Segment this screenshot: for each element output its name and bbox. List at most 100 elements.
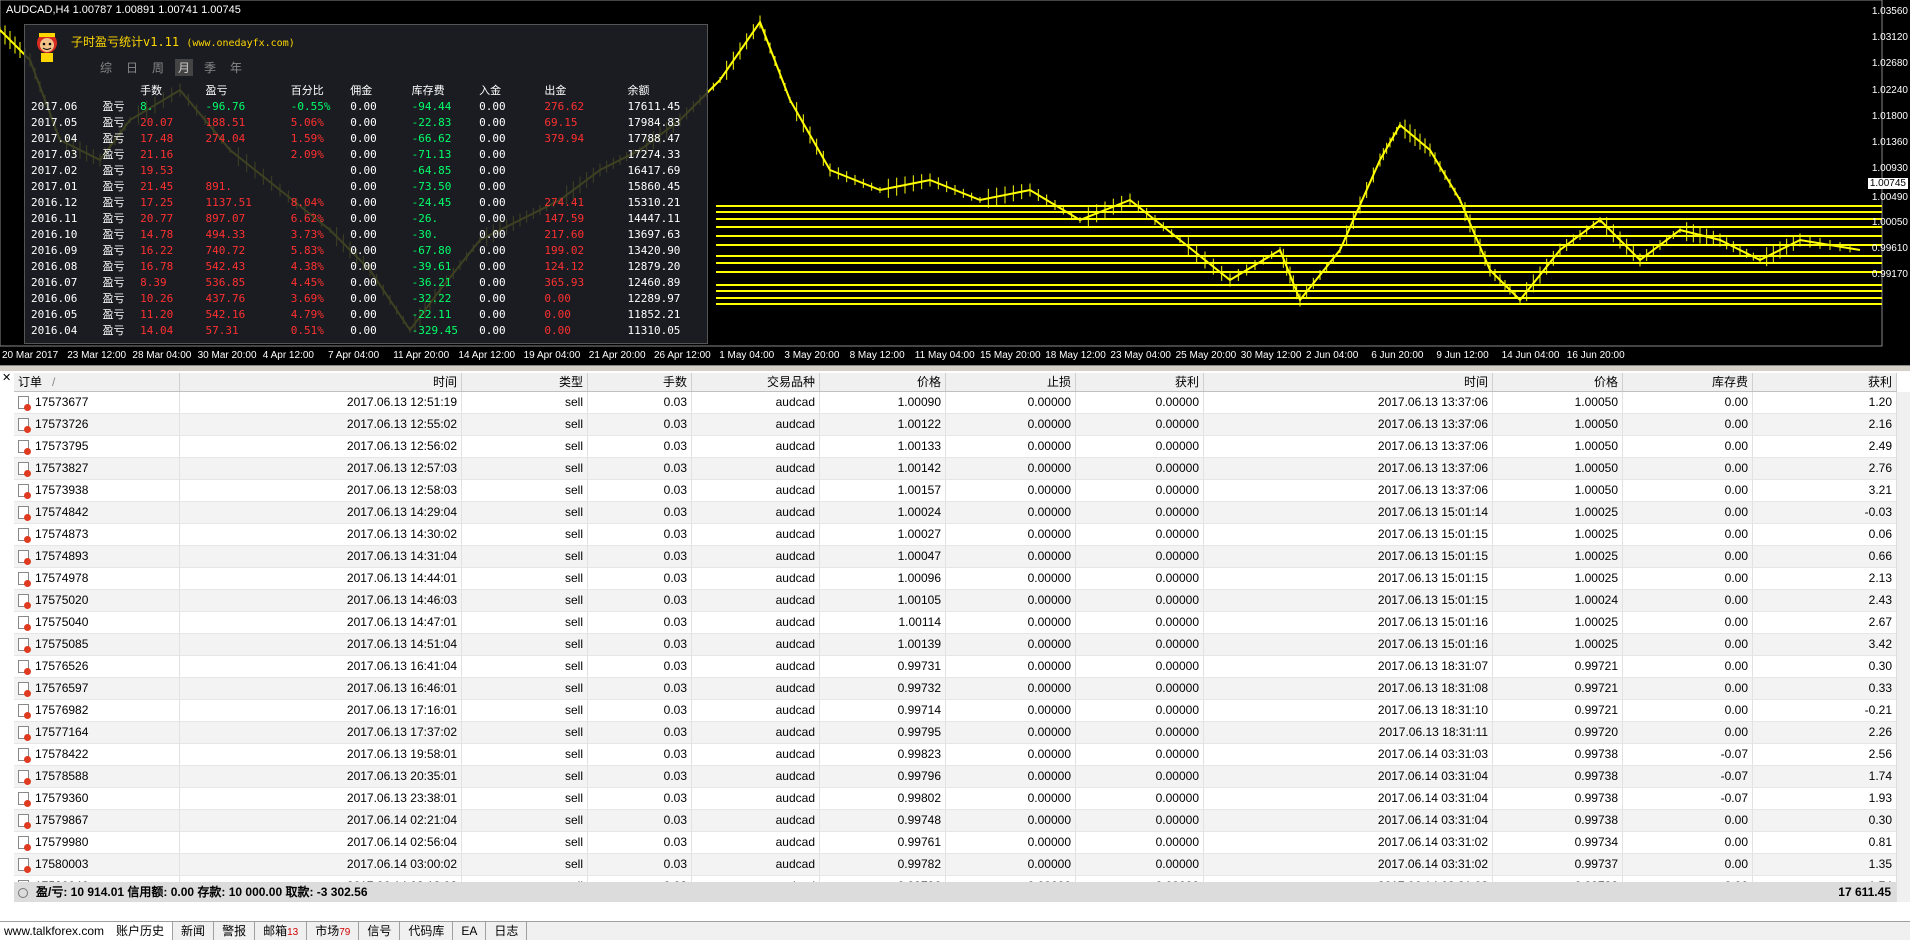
stats-withdrawal: 379.94: [544, 131, 585, 145]
stats-percent: 3.73%: [290, 227, 324, 241]
col-open-time-header[interactable]: 时间: [180, 373, 462, 391]
table-row[interactable]: 17574842 2017.06.13 14:29:04 sell 0.03 audca…: [14, 502, 1897, 524]
col-profit-cell: 3.42: [1753, 634, 1897, 655]
tab-5[interactable]: 信号: [359, 922, 401, 940]
table-row[interactable]: 17580003 2017.06.14 03:00:02 sell 0.03 audca…: [14, 854, 1897, 876]
col-symbol-cell: audcad: [692, 832, 820, 853]
col-swap-cell: 0.00: [1623, 480, 1753, 501]
stats-row: 2016.05 盈亏 11.20 542.16 4.79% 0.00 -22.11 0.00 0…: [31, 306, 707, 322]
col-close-time-header[interactable]: 时间: [1204, 373, 1493, 391]
price-label: 1.02680: [1871, 58, 1908, 69]
col-stop-loss-cell: 0.00000: [946, 766, 1076, 787]
stats-commission: 0.00: [350, 259, 377, 273]
table-row[interactable]: 17574873 2017.06.13 14:30:02 sell 0.03 audca…: [14, 524, 1897, 546]
tab-7[interactable]: EA: [453, 922, 487, 940]
terminal-close-icon[interactable]: ✕: [2, 371, 11, 384]
tab-label: 新闻: [181, 924, 206, 938]
table-row[interactable]: 17574893 2017.06.13 14:31:04 sell 0.03 audca…: [14, 546, 1897, 568]
col-order-header[interactable]: 订单 /: [14, 373, 180, 391]
stats-row: 2017.04 盈亏 17.48 274.04 1.59% 0.00 -66.62 0.00 3…: [31, 130, 707, 146]
col-take-profit-cell: 0.00000: [1076, 722, 1204, 743]
col-symbol-header[interactable]: 交易品种: [692, 373, 820, 391]
tab-2[interactable]: 警报: [214, 922, 256, 940]
table-row[interactable]: 17573938 2017.06.13 12:58:03 sell 0.03 audca…: [14, 480, 1897, 502]
order-number: 17580003: [35, 857, 89, 871]
tab-6[interactable]: 代码库: [400, 922, 454, 940]
stats-label: 盈亏: [102, 308, 125, 321]
tab-3[interactable]: 邮箱13: [255, 922, 308, 940]
table-row[interactable]: 17573795 2017.06.13 12:56:02 sell 0.03 audca…: [14, 436, 1897, 458]
date-label: 23 Mar 12:00: [67, 350, 127, 361]
watermark-text: www.talkforex.com: [0, 922, 109, 940]
table-row[interactable]: 17578422 2017.06.13 19:58:01 sell 0.03 audca…: [14, 744, 1897, 766]
table-row[interactable]: 17573827 2017.06.13 12:57:03 sell 0.03 audca…: [14, 458, 1897, 480]
order-number: 17576982: [35, 703, 89, 717]
stats-row: 2016.09 盈亏 16.22 740.72 5.83% 0.00 -67.80 0.00 1…: [31, 242, 707, 258]
sell-order-icon: [18, 506, 31, 521]
table-row[interactable]: 17573677 2017.06.13 12:51:19 sell 0.03 audca…: [14, 392, 1897, 414]
col-close-price-header[interactable]: 价格: [1493, 373, 1623, 391]
col-take-profit-cell: 0.00000: [1076, 854, 1204, 875]
period-tab[interactable]: 年: [227, 59, 245, 76]
period-tab[interactable]: 综: [97, 59, 115, 76]
col-open-time-cell: 2017.06.13 14:29:04: [180, 502, 462, 523]
table-row[interactable]: 17577164 2017.06.13 17:37:02 sell 0.03 audca…: [14, 722, 1897, 744]
stats-commission: 0.00: [350, 115, 377, 129]
col-symbol-cell: audcad: [692, 546, 820, 567]
col-swap-header[interactable]: 库存费: [1623, 373, 1753, 391]
col-open-price-cell: 1.00024: [820, 502, 946, 523]
col-open-time-cell: 2017.06.13 12:55:02: [180, 414, 462, 435]
table-row[interactable]: 17579360 2017.06.13 23:38:01 sell 0.03 audca…: [14, 788, 1897, 810]
panel-title-text: 子时盈亏统计v1.11: [71, 35, 180, 49]
col-swap-cell: 0.00: [1623, 656, 1753, 677]
stats-row: 2016.07 盈亏 8.39 536.85 4.45% 0.00 -36.21 0.00 36…: [31, 274, 707, 290]
tab-8[interactable]: 日志: [486, 922, 528, 940]
period-tab[interactable]: 周: [149, 59, 167, 76]
price-label: 1.00050: [1871, 217, 1908, 228]
tab-0[interactable]: 账户历史: [108, 922, 174, 940]
stats-withdrawal: [544, 178, 627, 194]
stats-month: 2017.02: [31, 163, 78, 177]
col-lots-header[interactable]: 手数: [588, 373, 692, 391]
col-close-price-cell: 1.00025: [1493, 502, 1623, 523]
table-row[interactable]: 17575040 2017.06.13 14:47:01 sell 0.03 audca…: [14, 612, 1897, 634]
stats-balance: 17984.83: [627, 115, 681, 129]
order-number: 17573827: [35, 461, 89, 475]
tab-4[interactable]: 市场79: [307, 922, 360, 940]
table-row[interactable]: 17575020 2017.06.13 14:46:03 sell 0.03 audca…: [14, 590, 1897, 612]
table-row[interactable]: 17574978 2017.06.13 14:44:01 sell 0.03 audca…: [14, 568, 1897, 590]
table-row[interactable]: 17579980 2017.06.14 02:56:04 sell 0.03 audca…: [14, 832, 1897, 854]
table-row[interactable]: 17576597 2017.06.13 16:46:01 sell 0.03 audca…: [14, 678, 1897, 700]
stats-balance: 13420.90: [627, 243, 681, 257]
col-profit-cell: 1.35: [1753, 854, 1897, 875]
table-row[interactable]: 17573726 2017.06.13 12:55:02 sell 0.03 audca…: [14, 414, 1897, 436]
col-take-profit-cell: 0.00000: [1076, 392, 1204, 413]
col-lots-cell: 0.03: [588, 502, 692, 523]
vertical-scrollbar[interactable]: [1896, 392, 1910, 902]
col-stop-loss-header[interactable]: 止损: [946, 373, 1076, 391]
col-stop-loss-cell: 0.00000: [946, 832, 1076, 853]
period-tab[interactable]: 日: [123, 59, 141, 76]
price-label: 0.99170: [1871, 269, 1908, 280]
col-type-cell: sell: [462, 612, 588, 633]
price-chart[interactable]: AUDCAD,H4 1.00787 1.00891 1.00741 1.0074…: [0, 0, 1910, 365]
table-row[interactable]: 17576526 2017.06.13 16:41:04 sell 0.03 audca…: [14, 656, 1897, 678]
stats-month: 2017.03: [31, 147, 78, 161]
stats-label: 盈亏: [102, 212, 125, 225]
tab-1[interactable]: 新闻: [173, 922, 215, 940]
table-row[interactable]: 17575085 2017.06.13 14:51:04 sell 0.03 audca…: [14, 634, 1897, 656]
table-row[interactable]: 17576982 2017.06.13 17:16:01 sell 0.03 audca…: [14, 700, 1897, 722]
stats-commission: 0.00: [350, 243, 377, 257]
period-tab[interactable]: 季: [201, 59, 219, 76]
stats-lots: 8.: [140, 99, 154, 113]
stats-deposit: 0.00: [479, 195, 506, 209]
col-open-price-cell: 1.00090: [820, 392, 946, 413]
col-take-profit-header[interactable]: 获利: [1076, 373, 1204, 391]
sell-order-icon: [18, 814, 31, 829]
table-row[interactable]: 17579867 2017.06.14 02:21:04 sell 0.03 audca…: [14, 810, 1897, 832]
table-row[interactable]: 17578588 2017.06.13 20:35:01 sell 0.03 audca…: [14, 766, 1897, 788]
period-tab[interactable]: 月: [175, 59, 193, 76]
col-type-header[interactable]: 类型: [462, 373, 588, 391]
col-profit-header[interactable]: 获利: [1753, 373, 1897, 391]
col-open-price-header[interactable]: 价格: [820, 373, 946, 391]
